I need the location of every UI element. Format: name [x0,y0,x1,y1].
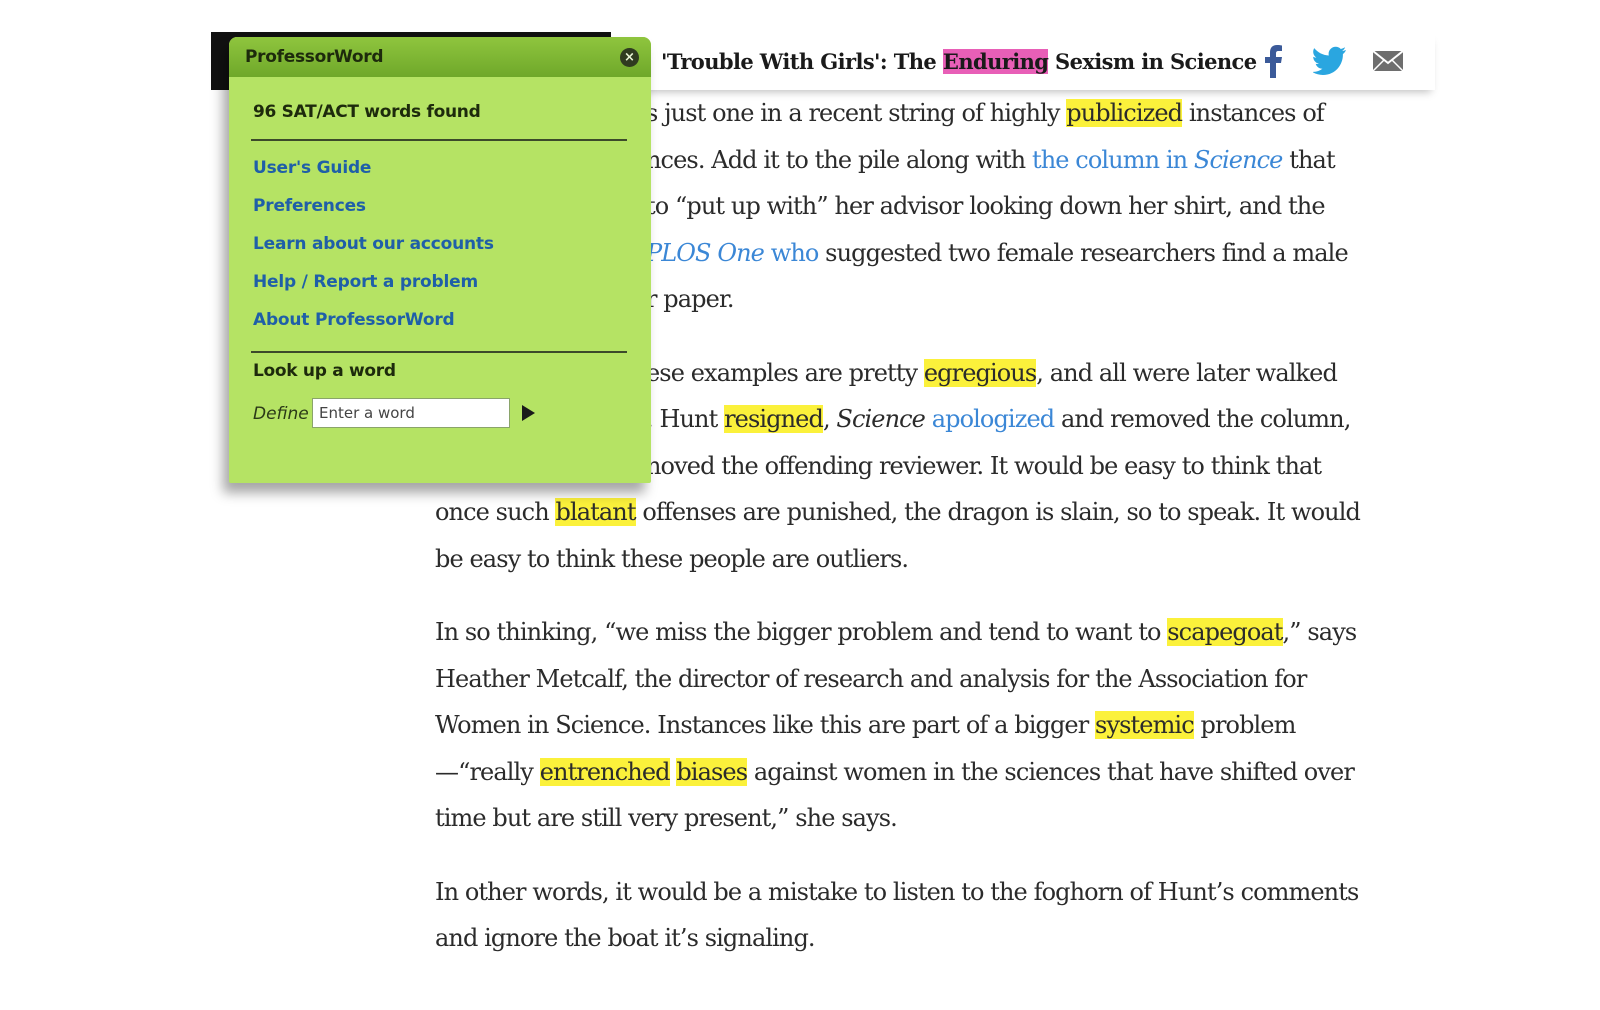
text-run: and removed the column, [1054,405,1351,433]
text-run: , [822,405,837,433]
text-run: —“really [435,757,540,786]
about-professorword-link[interactable]: About ProfessorWord [253,306,494,344]
text-run-italic: Science [836,405,925,433]
text-run: , and all were later walked [1036,358,1338,387]
text-run: against women in the sciences that have … [747,757,1355,786]
link-text[interactable]: the column in [1032,146,1194,174]
text-line: be easy to think these people are outlie… [435,536,1435,583]
play-arrow-icon[interactable] [522,405,535,421]
facebook-icon[interactable] [1262,44,1284,78]
highlighted-word[interactable]: resigned [724,405,824,433]
professorword-popup: ProfessorWord × 96 SAT/ACT words found U… [229,37,651,483]
link-text-italic[interactable]: PLOS One [646,239,765,267]
popup-title: ProfessorWord [245,47,384,67]
text-run: noved the offending reviewer. It would b… [646,451,1322,480]
text-line: In other words, it would be a mistake to… [435,869,1435,916]
highlighted-word[interactable]: biases [676,757,748,786]
title-text-post: Sexism in Science [1048,49,1257,74]
divider [251,139,627,141]
text-run: instances of [1182,99,1325,127]
highlighted-word[interactable]: publicized [1066,99,1183,127]
text-line: Women in Science. Instances like this ar… [435,702,1435,749]
highlighted-word[interactable]: egregious [923,358,1037,387]
text-run: Heather Metcalf, the director of researc… [435,664,1307,693]
text-run: nces. Add it to the pile along with [646,145,1032,174]
highlighted-word[interactable]: systemic [1095,711,1195,739]
text-line: Heather Metcalf, the director of researc… [435,656,1435,703]
twitter-icon[interactable] [1313,44,1347,78]
help-report-problem-link[interactable]: Help / Report a problem [253,268,494,306]
highlighted-word[interactable]: blatant [555,498,636,526]
text-run: s just one in a recent string of highly [646,99,1067,127]
text-line: time but are still very present,” she sa… [435,795,1435,842]
define-label: Define [253,404,309,424]
highlighted-word[interactable]: entrenched [539,757,671,786]
link-text-italic[interactable]: Science [1194,146,1283,174]
text-run: . Hunt [646,405,725,433]
text-run: once such [435,498,556,526]
link-text[interactable]: who [764,239,820,267]
text-run: and ignore the boat it’s signaling. [435,924,816,952]
divider [251,351,627,353]
words-found-count: 96 SAT/ACT words found [253,102,481,122]
text-run: offenses are punished, the dragon is sla… [635,498,1361,526]
text-line: —“really entrenched biases against women… [435,749,1435,796]
text-run: be easy to think these people are outlie… [435,544,909,573]
text-run: ,” says [1282,618,1358,646]
article-title: 'Trouble With Girls': The Enduring Sexis… [661,44,1257,80]
paragraph-4: In other words, it would be a mistake to… [435,869,1435,962]
text-run: suggested two female researchers find a … [818,238,1348,267]
text-run: r paper. [646,285,735,313]
define-word-input[interactable] [312,398,510,428]
link-column-in-science[interactable]: the column in Science [1032,146,1283,174]
text-run: In so thinking, “we miss the bigger prob… [435,618,1168,646]
preferences-link[interactable]: Preferences [253,192,494,230]
title-highlighted-word[interactable]: Enduring [942,49,1049,74]
text-run: problem [1193,711,1296,739]
text-line: and ignore the boat it’s signaling. [435,915,1435,962]
text-run: that [1282,145,1335,174]
close-icon[interactable]: × [620,48,639,67]
users-guide-link[interactable]: User's Guide [253,154,494,192]
text-run: In other words, it would be a mistake to… [435,877,1359,906]
text-run: Women in Science. Instances like this ar… [435,711,1096,739]
popup-header: ProfessorWord × [229,37,651,77]
text-run: to “put up with” her advisor looking dow… [646,192,1326,220]
title-text-pre: 'Trouble With Girls': The [661,49,943,74]
link-apologized[interactable]: apologized [932,405,1055,433]
popup-menu: User's Guide Preferences Learn about our… [253,154,494,344]
text-run: ese examples are pretty [646,358,924,387]
text-run [925,405,932,433]
link-plos-one[interactable]: PLOS One who [646,239,820,267]
lookup-heading: Look up a word [253,361,396,381]
mail-icon[interactable] [1372,44,1404,78]
text-run: time but are still very present,” she sa… [435,804,898,832]
paragraph-3: In so thinking, “we miss the bigger prob… [435,609,1435,842]
learn-about-accounts-link[interactable]: Learn about our accounts [253,230,494,268]
text-line: once such blatant offenses are punished,… [435,489,1435,536]
text-line: In so thinking, “we miss the bigger prob… [435,609,1435,656]
highlighted-word[interactable]: scapegoat [1167,618,1283,646]
